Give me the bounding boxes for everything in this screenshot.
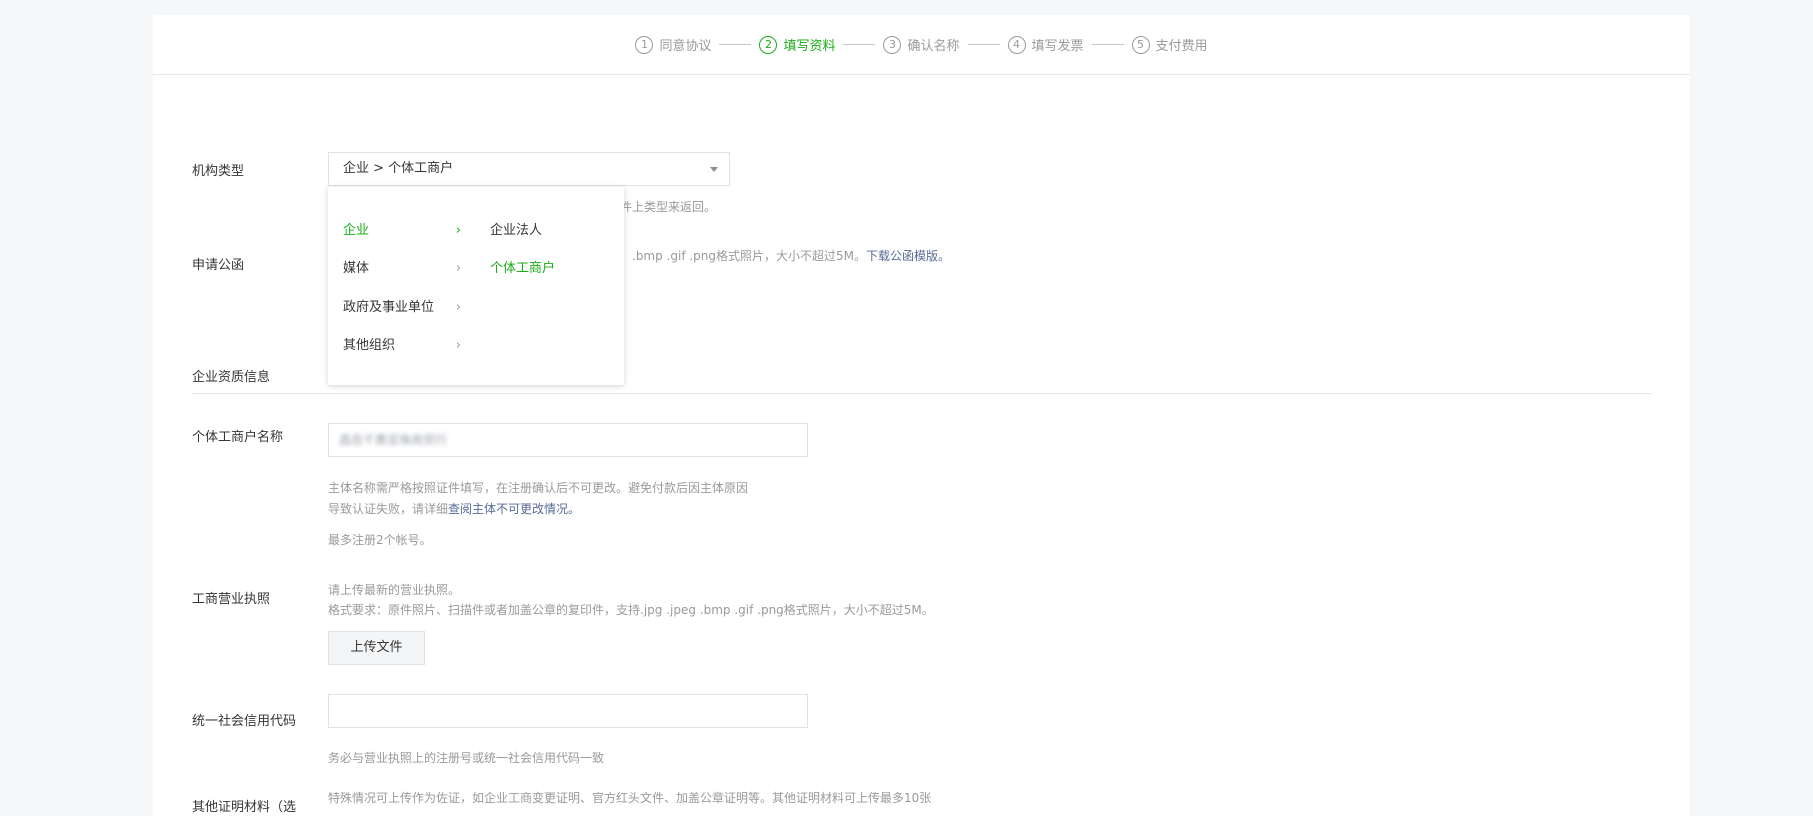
view-unchangeable-link[interactable]: 查阅主体不可更改情况。 <box>448 502 580 516</box>
credit-code-input[interactable] <box>328 694 808 728</box>
step-number: 5 <box>1131 35 1150 54</box>
upload-file-button[interactable]: 上传文件 <box>328 631 425 665</box>
step-separator <box>843 44 876 45</box>
license-label: 工商营业执照 <box>192 592 271 607</box>
step-number: 3 <box>883 35 902 54</box>
chevron-right-icon: › <box>455 261 461 276</box>
step-separator <box>719 44 752 45</box>
cascader-option-other-org[interactable]: 其他组织 › <box>343 334 464 358</box>
cascader-option-government[interactable]: 政府及事业单位 › <box>343 296 464 320</box>
org-type-value: 企业 > 个体工商户 <box>343 161 454 176</box>
merchant-name-value: 昌邑千惠亚珠商贸行 <box>339 433 448 447</box>
step-number: 4 <box>1007 35 1026 54</box>
step-5: 5 支付费用 <box>1131 35 1208 54</box>
credit-code-label: 统一社会信用代码 <box>192 714 297 729</box>
download-template-link[interactable]: 下载公函模版。 <box>866 249 950 263</box>
step-2: 2 填写资料 <box>759 35 835 54</box>
org-type-cascader: 企业 › 媒体 › 政府及事业单位 › 其他组织 › 企业法人 个体工商户 <box>328 187 624 385</box>
step-separator <box>967 44 1000 45</box>
credit-code-hint: 务必与营业执照上的注册号或统一社会信用代码一致 <box>328 751 605 765</box>
org-type-select[interactable]: 企业 > 个体工商户 <box>328 152 730 186</box>
cascader-option-individual-business[interactable]: 个体工商户 <box>490 257 555 281</box>
step-label: 填写发票 <box>1031 39 1084 54</box>
step-label: 确认名称 <box>907 39 960 54</box>
step-3: 3 确认名称 <box>883 35 960 54</box>
merchant-name-hint-1: 主体名称需严格按照证件填写，在注册确认后不可更改。避免付款后因主体原因 <box>328 481 749 495</box>
step-number: 1 <box>635 35 654 54</box>
step-label: 同意协议 <box>659 39 712 54</box>
letter-hint-text: .bmp .gif .png格式照片，大小不超过5M。 <box>632 249 867 263</box>
org-type-hint: 件上类型来返回。 <box>620 200 717 214</box>
step-1: 1 同意协议 <box>635 35 711 54</box>
step-label: 填写资料 <box>783 39 836 54</box>
letter-hint: .bmp .gif .png格式照片，大小不超过5M。下载公函模版。 <box>632 246 950 266</box>
other-docs-label: 其他证明材料（选 <box>192 800 297 815</box>
merchant-name-label: 个体工商户名称 <box>192 430 284 445</box>
chevron-right-icon: › <box>455 223 461 238</box>
merchant-name-hint-2-text: 导致认证失败，请详细 <box>328 502 449 516</box>
license-hint-1: 请上传最新的营业执照。 <box>328 583 461 597</box>
merchant-name-input[interactable]: 昌邑千惠亚珠商贸行 <box>328 423 808 457</box>
cascader-option-media[interactable]: 媒体 › <box>343 257 464 281</box>
letter-label: 申请公函 <box>192 258 245 273</box>
other-docs-hint: 特殊情况可上传作为佐证，如企业工商变更证明、官方红头文件、加盖公章证明等。其他证… <box>328 791 932 805</box>
step-4: 4 填写发票 <box>1007 35 1084 54</box>
cascader-option-label: 其他组织 <box>343 338 396 353</box>
merchant-name-hint-2: 导致认证失败，请详细查阅主体不可更改情况。 <box>328 499 580 519</box>
license-hint-2: 格式要求：原件照片、扫描件或者加盖公章的复印件，支持.jpg .jpeg .bm… <box>328 603 934 617</box>
step-label: 支付费用 <box>1155 39 1208 54</box>
step-progress: 1 同意协议 2 填写资料 3 确认名称 4 填写发票 5 支付费用 <box>153 15 1690 75</box>
step-number: 2 <box>759 35 778 54</box>
section-title: 企业资质信息 <box>192 370 271 385</box>
chevron-right-icon: › <box>455 300 461 315</box>
step-separator <box>1091 44 1124 45</box>
chevron-right-icon: › <box>455 338 461 353</box>
cascader-option-label: 政府及事业单位 <box>343 300 435 315</box>
cascader-option-enterprise-legal[interactable]: 企业法人 <box>490 219 542 243</box>
cascader-option-enterprise[interactable]: 企业 › <box>343 219 464 243</box>
org-type-label: 机构类型 <box>192 164 245 179</box>
registration-card: 1 同意协议 2 填写资料 3 确认名称 4 填写发票 5 支付费用 机构类型 … <box>153 15 1690 816</box>
account-limit-text: 最多注册2个帐号。 <box>328 533 432 547</box>
cascader-option-label: 媒体 <box>343 261 370 276</box>
caret-down-icon <box>710 167 718 172</box>
cascader-option-label: 企业 <box>343 223 370 238</box>
section-divider <box>192 393 1652 394</box>
